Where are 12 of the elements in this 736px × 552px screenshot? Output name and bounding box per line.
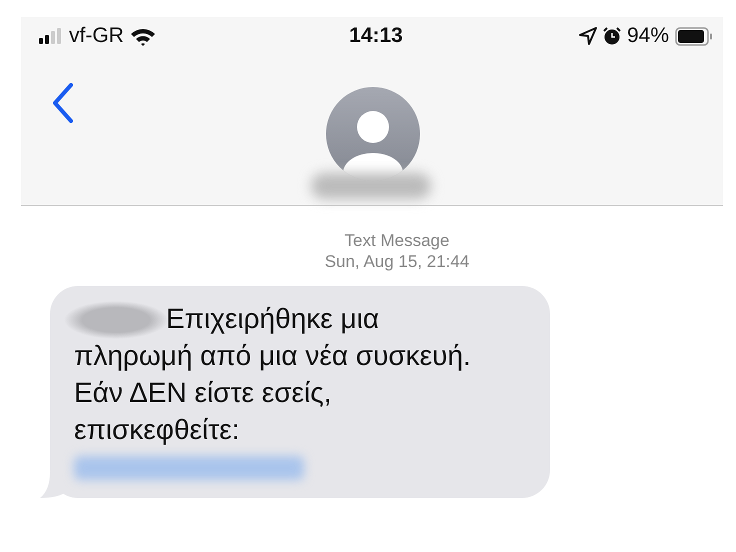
alarm-clock-icon: [602, 26, 621, 46]
message-timestamp: Sun, Aug 15, 21:44: [324, 251, 470, 272]
back-button[interactable]: [51, 81, 75, 125]
battery-icon: [675, 26, 713, 46]
carrier-name: vf-GR: [69, 24, 124, 48]
battery-percentage: 94%: [626, 24, 669, 48]
message-text: Επιχειρήθηκε μια πληρωμή από μια νέα συσκευή. Εάν ΔΕΝ είστε εσείς, επισκεφθείτε:: [74, 302, 472, 447]
wifi-icon: [130, 26, 156, 46]
clock-time: 14:13: [349, 24, 403, 48]
location-arrow-icon: [578, 27, 597, 45]
signal-icon: [39, 28, 63, 44]
service-label: Text Message: [344, 230, 450, 251]
